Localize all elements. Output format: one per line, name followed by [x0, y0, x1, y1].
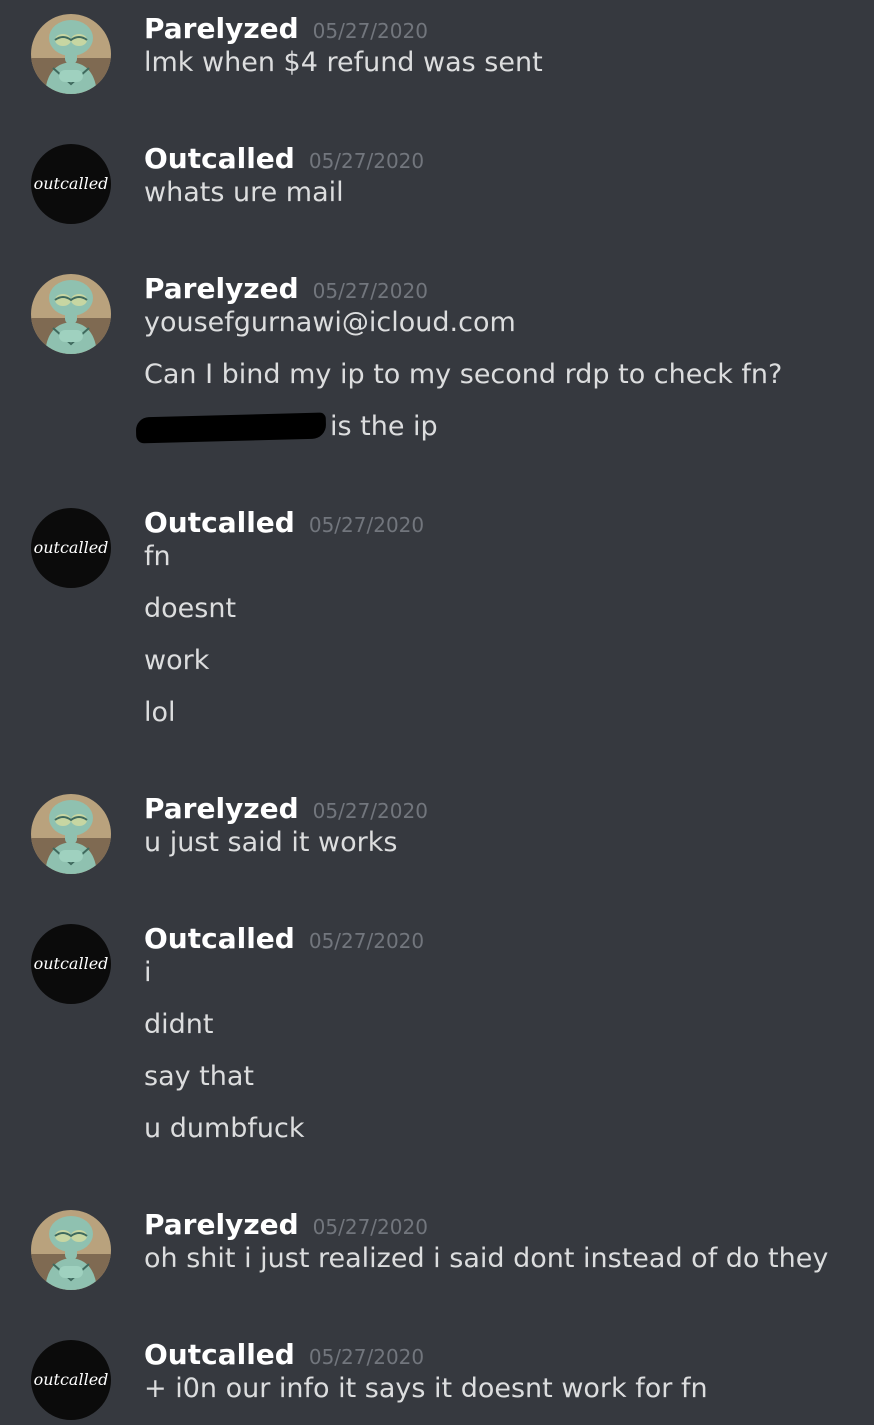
message-text: + i0n our info it says it doesnt work fo…: [144, 1373, 708, 1404]
message-text: Can I bind my ip to my second rdp to che…: [144, 359, 783, 390]
outcalled-logo-avatar-icon[interactable]: outcalled: [31, 1340, 111, 1420]
username[interactable]: Parelyzed: [144, 272, 299, 305]
message-content: + i0n our info it says it doesnt work fo…: [144, 1373, 864, 1425]
outcalled-logo-avatar-icon[interactable]: outcalled: [31, 508, 111, 588]
outcalled-logo-avatar-icon[interactable]: outcalled: [31, 144, 111, 224]
timestamp: 05/27/2020: [312, 1215, 428, 1239]
avatar-logo-text: outcalled: [34, 954, 109, 973]
message-text: whats ure mail: [144, 177, 344, 208]
message-text: yousefgurnawi@icloud.com: [144, 307, 516, 338]
squidward-avatar-icon[interactable]: [31, 274, 111, 354]
timestamp: 05/27/2020: [308, 929, 425, 953]
username[interactable]: Outcalled: [144, 142, 295, 175]
message-header: Outcalled 05/27/2020: [144, 506, 424, 546]
message-text: i: [144, 957, 152, 988]
username[interactable]: Outcalled: [144, 922, 295, 955]
message-content: i didnt say that u dumbfuck: [144, 957, 864, 1165]
message-header: Parelyzed 05/27/2020: [144, 12, 428, 52]
username[interactable]: Parelyzed: [144, 12, 299, 45]
message-content: oh shit i just realized i said dont inst…: [144, 1243, 864, 1295]
message-text: work: [144, 645, 210, 676]
avatar-logo-text: outcalled: [34, 1370, 109, 1389]
message-content: whats ure mail: [144, 177, 864, 229]
username[interactable]: Parelyzed: [144, 792, 299, 825]
message-text: is the ip: [330, 411, 438, 442]
username[interactable]: Outcalled: [144, 506, 295, 539]
outcalled-logo-avatar-icon[interactable]: outcalled: [31, 924, 111, 1004]
username[interactable]: Parelyzed: [144, 1208, 299, 1241]
avatar-logo-text: outcalled: [34, 538, 109, 557]
message-header: Parelyzed 05/27/2020: [144, 1208, 428, 1248]
squidward-avatar-icon[interactable]: [31, 794, 111, 874]
avatar-logo-text: outcalled: [34, 174, 109, 193]
squidward-avatar-icon[interactable]: [31, 1210, 111, 1290]
message-text: u dumbfuck: [144, 1113, 305, 1144]
message-text: didnt: [144, 1009, 214, 1040]
message-content: lmk when $4 refund was sent: [144, 47, 864, 99]
message-header: Outcalled 05/27/2020: [144, 922, 424, 962]
timestamp: 05/27/2020: [312, 799, 428, 823]
message-content: yousefgurnawi@icloud.com Can I bind my i…: [135, 307, 864, 463]
message-text: lol: [144, 697, 176, 728]
squidward-avatar-icon[interactable]: [31, 14, 111, 94]
message-header: Parelyzed 05/27/2020: [144, 792, 428, 832]
timestamp: 05/27/2020: [312, 19, 428, 43]
timestamp: 05/27/2020: [312, 279, 428, 303]
message-text-redacted: is the ip: [135, 411, 864, 463]
message-text: say that: [144, 1061, 255, 1092]
message-content: u just said it works: [144, 827, 864, 879]
chat-messages: Parelyzed 05/27/2020 lmk when $4 refund w…: [0, 0, 874, 1420]
message-text: fn: [144, 541, 171, 572]
message-text: oh shit i just realized i said dont inst…: [144, 1243, 829, 1274]
timestamp: 05/27/2020: [308, 513, 425, 537]
message-text: lmk when $4 refund was sent: [144, 47, 543, 78]
message-header: Parelyzed 05/27/2020: [144, 272, 428, 312]
message-text: doesnt: [144, 593, 237, 624]
timestamp: 05/27/2020: [308, 149, 425, 173]
message-header: Outcalled 05/27/2020: [144, 1338, 424, 1378]
username[interactable]: Outcalled: [144, 1338, 295, 1371]
message-header: Outcalled 05/27/2020: [144, 142, 424, 182]
timestamp: 05/27/2020: [308, 1345, 425, 1369]
message-text: u just said it works: [144, 827, 398, 858]
message-content: fn doesnt work lol: [144, 541, 864, 749]
